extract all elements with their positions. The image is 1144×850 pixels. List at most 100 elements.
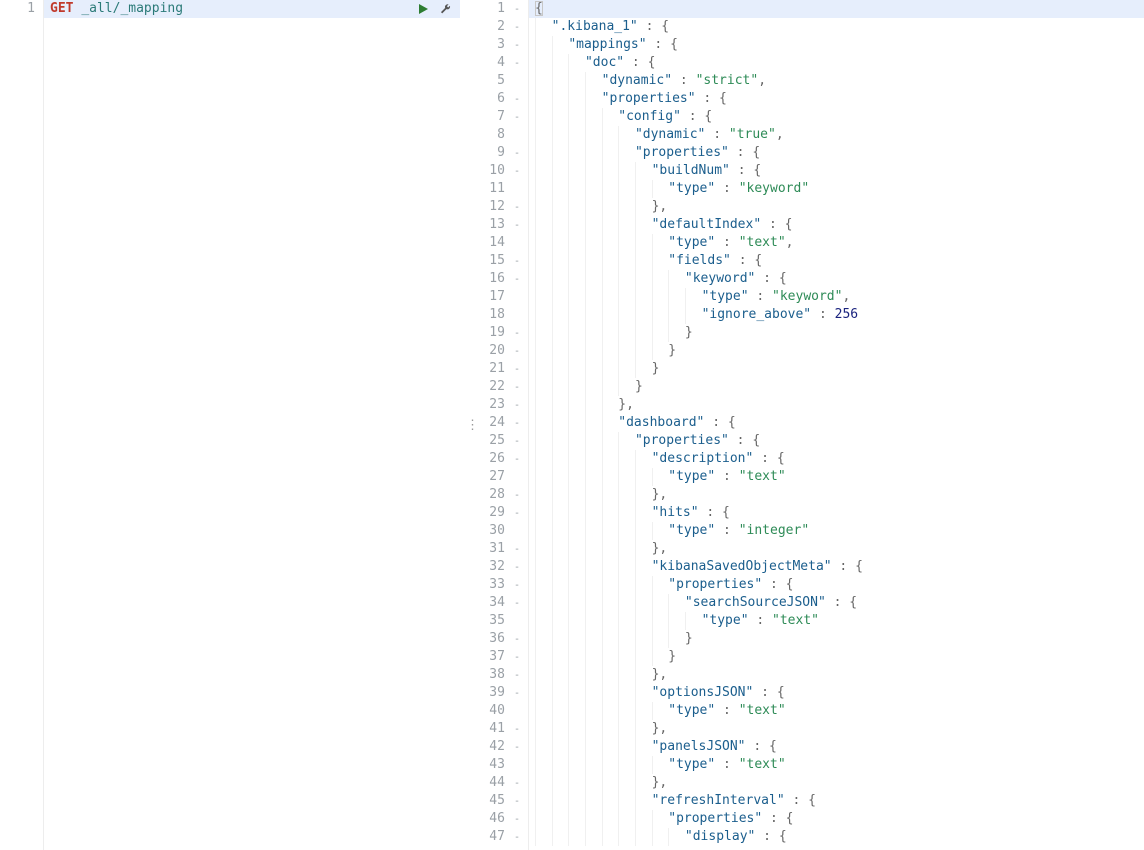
response-line-number: 24 - — [485, 414, 520, 432]
response-line-number: 40 — [485, 702, 520, 720]
response-line: }, — [535, 774, 1144, 792]
response-line-number: 44 - — [485, 774, 520, 792]
response-line-number: 27 — [485, 468, 520, 486]
response-line-number: 37 - — [485, 648, 520, 666]
request-line[interactable]: GET _all/_mapping — [50, 0, 460, 18]
response-line: "hits" : { — [535, 504, 1144, 522]
response-line-number: 5 — [485, 72, 520, 90]
response-line-number: 4 - — [485, 54, 520, 72]
response-line: "type" : "keyword", — [535, 288, 1144, 306]
response-line: } — [535, 378, 1144, 396]
response-line: "display" : { — [535, 828, 1144, 846]
response-line: }, — [535, 198, 1144, 216]
response-line: "refreshInterval" : { — [535, 792, 1144, 810]
response-line-number: 33 - — [485, 576, 520, 594]
response-line-number: 16 - — [485, 270, 520, 288]
response-line: } — [535, 648, 1144, 666]
response-line: } — [535, 342, 1144, 360]
response-line: "buildNum" : { — [535, 162, 1144, 180]
response-line-number: 34 - — [485, 594, 520, 612]
response-line-number: 23 - — [485, 396, 520, 414]
response-line-number: 47 - — [485, 828, 520, 846]
response-line-number: 1 - — [485, 0, 520, 18]
response-line: "type" : "text", — [535, 234, 1144, 252]
response-line: }, — [535, 540, 1144, 558]
response-line-number: 2 - — [485, 18, 520, 36]
response-line: "type" : "keyword" — [535, 180, 1144, 198]
response-line-number: 45 - — [485, 792, 520, 810]
play-icon[interactable] — [417, 3, 429, 15]
request-actions — [417, 0, 452, 18]
request-editor-pane[interactable]: 1 GET _all/_mapping — [0, 0, 461, 850]
response-line-number: 21 - — [485, 360, 520, 378]
request-line-number: 1 — [0, 0, 35, 18]
response-line-number: 22 - — [485, 378, 520, 396]
response-line: ".kibana_1" : { — [535, 18, 1144, 36]
response-line-number: 35 — [485, 612, 520, 630]
response-line: "type" : "text" — [535, 702, 1144, 720]
response-line: "type" : "integer" — [535, 522, 1144, 540]
response-line: "config" : { — [535, 108, 1144, 126]
response-line-number: 20 - — [485, 342, 520, 360]
response-line: "type" : "text" — [535, 756, 1144, 774]
response-line: "properties" : { — [535, 810, 1144, 828]
response-line-number: 17 — [485, 288, 520, 306]
response-line-number: 8 — [485, 126, 520, 144]
response-line: "description" : { — [535, 450, 1144, 468]
response-line: }, — [535, 666, 1144, 684]
response-line: "dynamic" : "strict", — [535, 72, 1144, 90]
response-line: "dynamic" : "true", — [535, 126, 1144, 144]
response-line: "optionsJSON" : { — [535, 684, 1144, 702]
response-line: }, — [535, 486, 1144, 504]
response-line: "kibanaSavedObjectMeta" : { — [535, 558, 1144, 576]
response-line-number: 6 - — [485, 90, 520, 108]
response-line-number: 11 — [485, 180, 520, 198]
response-line-number: 39 - — [485, 684, 520, 702]
response-line: "ignore_above" : 256 — [535, 306, 1144, 324]
response-line-number: 19 - — [485, 324, 520, 342]
response-line-number: 15 - — [485, 252, 520, 270]
request-gutter: 1 — [0, 0, 44, 850]
response-line-number: 28 - — [485, 486, 520, 504]
response-line-number: 18 — [485, 306, 520, 324]
http-method: GET — [50, 1, 73, 16]
response-line-number: 29 - — [485, 504, 520, 522]
response-viewer-pane[interactable]: 1 -2 -3 -4 -5 6 -7 -8 9 -10 -11 12 -13 -… — [485, 0, 1144, 850]
response-line-number: 13 - — [485, 216, 520, 234]
response-line: { — [535, 0, 1144, 18]
response-line: }, — [535, 396, 1144, 414]
response-line: "searchSourceJSON" : { — [535, 594, 1144, 612]
response-gutter: 1 -2 -3 -4 -5 6 -7 -8 9 -10 -11 12 -13 -… — [485, 0, 529, 850]
response-line: "defaultIndex" : { — [535, 216, 1144, 234]
response-line: "doc" : { — [535, 54, 1144, 72]
response-line-number: 25 - — [485, 432, 520, 450]
response-line: "dashboard" : { — [535, 414, 1144, 432]
response-line-number: 31 - — [485, 540, 520, 558]
response-line-number: 42 - — [485, 738, 520, 756]
http-path: _all/_mapping — [81, 1, 183, 16]
wrench-icon[interactable] — [439, 3, 452, 16]
response-line: "type" : "text" — [535, 468, 1144, 486]
pane-splitter[interactable]: ⋮ — [461, 0, 485, 850]
response-line-number: 30 — [485, 522, 520, 540]
response-code-area[interactable]: { ".kibana_1" : { "mappings" : { "doc" :… — [529, 0, 1144, 850]
response-line: "mappings" : { — [535, 36, 1144, 54]
response-line: } — [535, 630, 1144, 648]
response-line: } — [535, 360, 1144, 378]
response-line-number: 36 - — [485, 630, 520, 648]
response-line-number: 32 - — [485, 558, 520, 576]
response-line-number: 26 - — [485, 450, 520, 468]
response-line-number: 7 - — [485, 108, 520, 126]
request-code-area[interactable]: GET _all/_mapping — [44, 0, 460, 850]
response-line-number: 41 - — [485, 720, 520, 738]
response-line: "properties" : { — [535, 90, 1144, 108]
response-line-number: 9 - — [485, 144, 520, 162]
response-line: "keyword" : { — [535, 270, 1144, 288]
drag-handle-icon: ⋮ — [466, 418, 480, 433]
response-line-number: 43 — [485, 756, 520, 774]
response-line: "panelsJSON" : { — [535, 738, 1144, 756]
response-line-number: 38 - — [485, 666, 520, 684]
response-line: "properties" : { — [535, 144, 1144, 162]
response-line-number: 3 - — [485, 36, 520, 54]
response-line-number: 12 - — [485, 198, 520, 216]
